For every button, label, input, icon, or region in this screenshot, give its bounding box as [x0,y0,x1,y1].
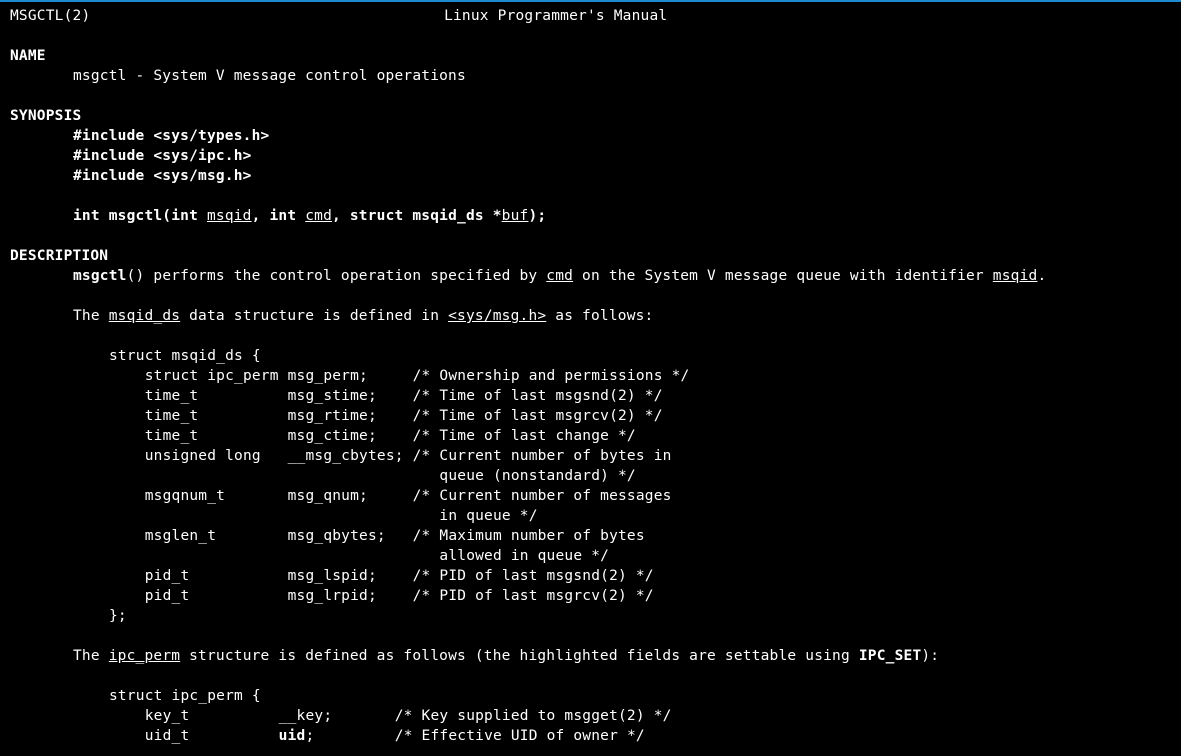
section-heading-synopsis: SYNOPSIS [10,106,1171,126]
section-heading-description: DESCRIPTION [10,246,1171,266]
arg-msqid: msqid [993,268,1038,284]
man-header-center: Linux Programmer's Manual [444,6,667,26]
blank-line [10,186,1171,206]
sig-arg-cmd: cmd [305,208,332,224]
description-paragraph: The msqid_ds data structure is defined i… [10,306,1171,326]
header-ref: <sys/msg.h> [448,308,546,324]
const-ipc-set: IPC_SET [859,648,922,664]
struct-field-uid: uid [279,728,306,744]
blank-line [10,86,1171,106]
text: ): [921,648,939,664]
struct-name: msqid_ds [109,308,180,324]
blank-line [10,326,1171,346]
sig-prefix: int msgctl(int [73,208,207,224]
text: structure is defined as follows (the hig… [180,648,859,664]
text: data structure is defined in [180,308,448,324]
text: () performs the control operation specif… [127,268,547,284]
sig-arg-msqid: msqid [207,208,252,224]
struct-line-prefix: uid_t [109,728,279,744]
sig-mid: , int [252,208,306,224]
text: on the System V message queue with ident… [573,268,993,284]
struct-definition-ipc-perm: struct ipc_perm { key_t __key; /* Key su… [10,686,1171,746]
blank-line [10,666,1171,686]
function-signature: int msgctl(int msqid, int cmd, struct ms… [10,206,1171,226]
struct-line-suffix: ; /* Effective UID of owner */ [305,728,644,744]
sig-suffix: ); [528,208,546,224]
include-line: #include <sys/ipc.h> [10,146,1171,166]
man-page-viewport[interactable]: MSGCTL(2) Linux Programmer's Manual NAME… [0,2,1181,746]
text: The [73,308,109,324]
blank-line [10,226,1171,246]
name-line: msgctl - System V message control operat… [10,66,1171,86]
man-header-line: MSGCTL(2) Linux Programmer's Manual [10,6,1171,26]
sig-arg-buf: buf [502,208,529,224]
section-heading-name: NAME [10,46,1171,66]
man-header-right-spacer [1021,6,1171,26]
struct-line: key_t __key; /* Key supplied to msgget(2… [109,708,672,724]
text: . [1037,268,1046,284]
arg-cmd: cmd [546,268,573,284]
fn-name: msgctl [73,268,127,284]
description-paragraph: msgctl() performs the control operation … [10,266,1171,286]
text: as follows: [546,308,653,324]
include-line: #include <sys/msg.h> [10,166,1171,186]
blank-line [10,286,1171,306]
include-line: #include <sys/types.h> [10,126,1171,146]
sig-mid: , struct msqid_ds * [332,208,502,224]
description-paragraph: The ipc_perm structure is defined as fol… [10,646,1171,666]
blank-line [10,626,1171,646]
man-header-left: MSGCTL(2) [10,6,90,26]
struct-definition-msqid-ds: struct msqid_ds { struct ipc_perm msg_pe… [10,346,1171,626]
struct-name: ipc_perm [109,648,180,664]
blank-line [10,26,1171,46]
struct-line: struct ipc_perm { [109,688,261,704]
text: The [73,648,109,664]
